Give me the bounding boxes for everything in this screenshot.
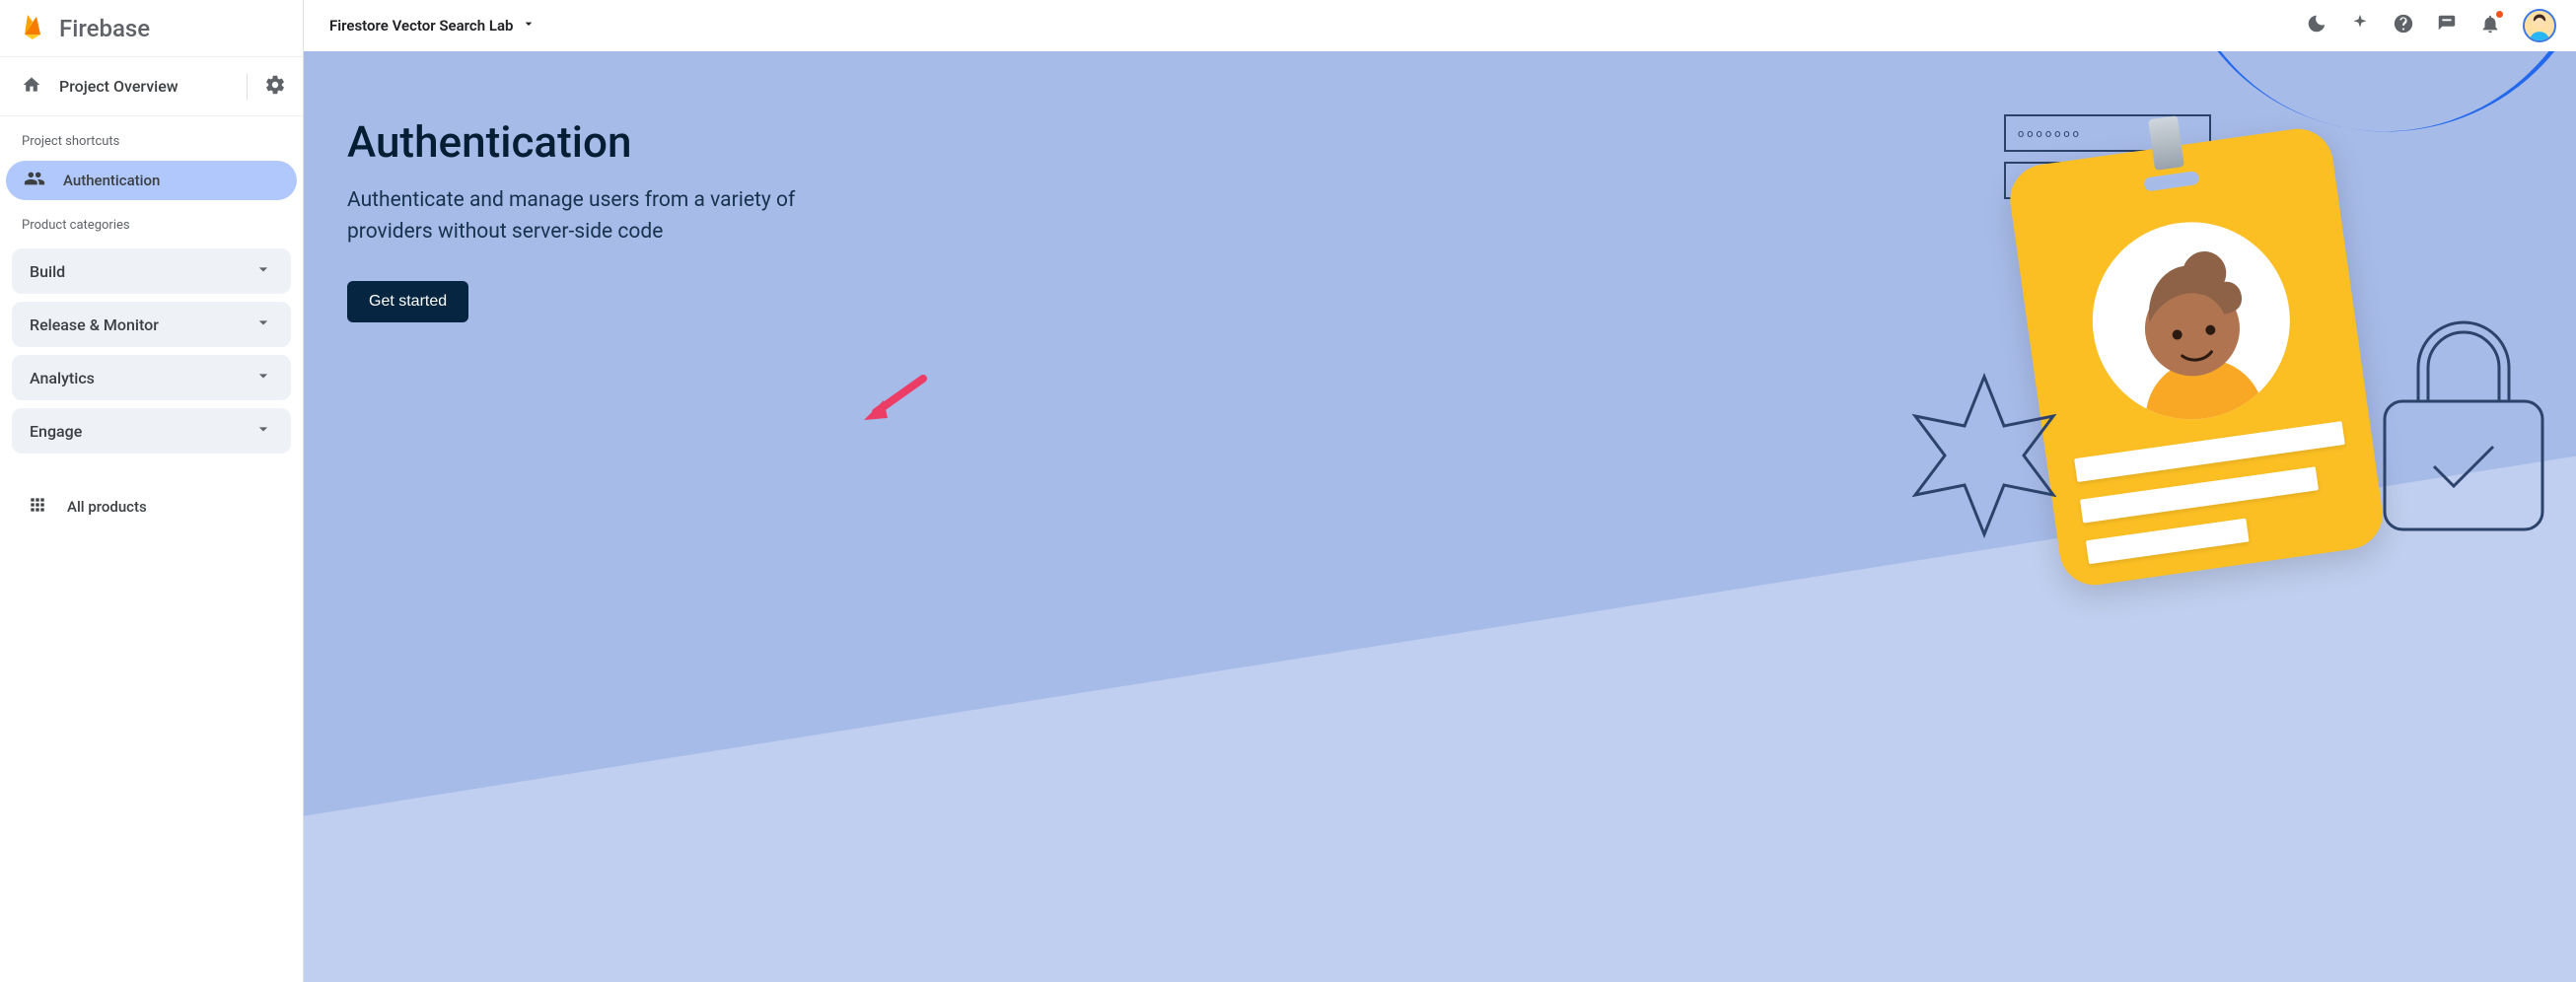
category-label: Release & Monitor <box>30 316 159 334</box>
category-engage[interactable]: Engage <box>12 408 291 454</box>
page-subtitle: Authenticate and manage users from a var… <box>347 185 821 247</box>
password-field-illustration: ••••••••••••••• <box>2004 162 2211 199</box>
badge-photo <box>2080 209 2303 432</box>
avatar-icon <box>2525 9 2554 42</box>
caret-down-icon <box>521 16 537 35</box>
lanyard-strap-icon <box>2135 51 2576 166</box>
category-analytics[interactable]: Analytics <box>12 355 291 400</box>
moon-icon <box>2306 13 2327 38</box>
help-icon <box>2393 13 2414 38</box>
annotation-arrow-icon <box>858 373 927 427</box>
project-name: Firestore Vector Search Lab <box>329 17 513 35</box>
badge-slot <box>2143 171 2199 192</box>
account-avatar[interactable] <box>2523 9 2556 42</box>
people-icon <box>24 168 45 193</box>
notification-dot <box>2495 10 2504 19</box>
category-label: Analytics <box>30 369 95 387</box>
chevron-down-icon <box>253 419 273 443</box>
category-label: Engage <box>30 422 82 441</box>
topbar: Firestore Vector Search Lab <box>304 0 2576 51</box>
project-selector[interactable]: Firestore Vector Search Lab <box>329 16 537 35</box>
hero-text: Authentication Authenticate and manage u… <box>347 116 821 322</box>
sparkle-icon <box>2349 13 2371 38</box>
asterisk-icon <box>1886 357 2083 554</box>
dark-mode-button[interactable] <box>2306 13 2327 38</box>
notifications-button[interactable] <box>2479 13 2501 38</box>
category-release-monitor[interactable]: Release & Monitor <box>12 302 291 347</box>
project-settings-button[interactable] <box>248 74 303 100</box>
chevron-down-icon <box>253 259 273 283</box>
note-icon <box>2436 13 2458 38</box>
page-title: Authentication <box>347 116 821 168</box>
categories-heading: Product categories <box>0 200 303 245</box>
project-overview-link[interactable]: Project Overview <box>0 75 247 99</box>
username-field-illustration: ooooooo <box>2004 114 2211 152</box>
project-overview-label: Project Overview <box>59 77 179 96</box>
all-products-label: All products <box>67 498 147 516</box>
badge-clip-icon <box>2148 115 2184 171</box>
brand[interactable]: Firebase <box>0 0 303 57</box>
all-products-link[interactable]: All products <box>0 471 303 542</box>
category-label: Build <box>30 262 65 281</box>
chevron-down-icon <box>253 366 273 389</box>
sidebar: Firebase Project Overview Project shortc… <box>0 0 304 982</box>
project-overview-row: Project Overview <box>0 57 303 116</box>
hero: Authentication Authenticate and manage u… <box>304 51 2576 982</box>
help-button[interactable] <box>2393 13 2414 38</box>
sidebar-item-label: Authentication <box>63 172 160 189</box>
docs-button[interactable] <box>2436 13 2458 38</box>
firebase-logo-icon <box>22 12 45 45</box>
brand-name: Firebase <box>59 15 150 42</box>
topbar-actions <box>2306 9 2556 42</box>
sidebar-item-authentication[interactable]: Authentication <box>6 161 297 200</box>
get-started-button[interactable]: Get started <box>347 281 468 322</box>
category-build[interactable]: Build <box>12 248 291 294</box>
apps-grid-icon <box>28 495 47 519</box>
home-icon <box>22 75 41 99</box>
main: Firestore Vector Search Lab <box>304 0 2576 982</box>
shortcuts-heading: Project shortcuts <box>0 116 303 161</box>
spark-button[interactable] <box>2349 13 2371 38</box>
chevron-down-icon <box>253 313 273 336</box>
gear-icon <box>264 74 286 100</box>
